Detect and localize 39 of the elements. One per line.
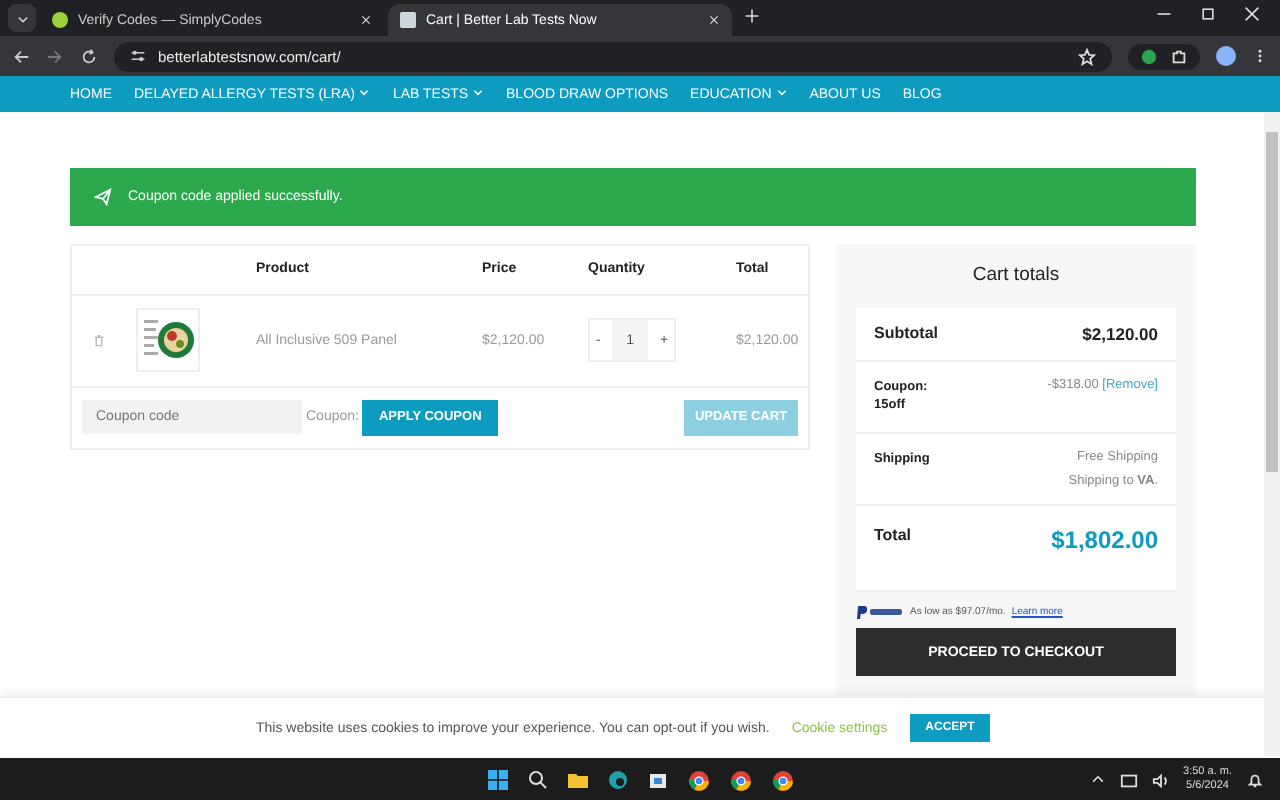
- trash-icon: [92, 332, 106, 348]
- speaker-icon: [1151, 771, 1170, 789]
- paper-plane-icon: [94, 187, 112, 206]
- back-icon: [12, 47, 30, 65]
- monitor-icon: [1119, 771, 1138, 789]
- search-icon: [528, 770, 548, 790]
- chrome-icon: [730, 769, 752, 791]
- windows-icon: [488, 770, 508, 790]
- profile-avatar[interactable]: [1216, 46, 1236, 66]
- restore-icon: [1200, 6, 1216, 22]
- chevron-down-icon: [15, 11, 29, 25]
- close-icon: [708, 14, 720, 26]
- chrome-icon: [688, 769, 710, 791]
- total-value: $1,802.00: [1051, 526, 1158, 554]
- total-label: Total: [874, 526, 912, 548]
- page-icon: [400, 12, 416, 28]
- paypal-logo-icon: [856, 604, 904, 620]
- forward-icon: [46, 47, 64, 65]
- plus-icon: [744, 8, 760, 24]
- caret-icon: [358, 86, 371, 98]
- tab-list-button[interactable]: [8, 4, 36, 32]
- site-info-icon: [130, 48, 146, 64]
- subtotal-label: Subtotal: [874, 323, 938, 343]
- puzzle-icon: [1170, 47, 1188, 65]
- star-icon: [1078, 47, 1096, 65]
- caret-icon: [775, 86, 788, 98]
- folder-icon: [568, 770, 588, 790]
- chrome-icon: [772, 769, 794, 791]
- cart-totals-title: Cart totals: [972, 264, 1060, 286]
- extension-badge-icon: [1140, 47, 1158, 65]
- chevron-up-icon: [1089, 772, 1106, 788]
- subtotal-value: $2,120.00: [1082, 323, 1158, 343]
- scrollbar[interactable]: [1264, 112, 1280, 756]
- caret-icon: [472, 86, 485, 98]
- close-icon: [1244, 6, 1260, 22]
- close-icon: [360, 14, 372, 26]
- reload-icon: [80, 47, 98, 65]
- bell-icon: [1246, 771, 1264, 789]
- store-icon: [648, 770, 668, 790]
